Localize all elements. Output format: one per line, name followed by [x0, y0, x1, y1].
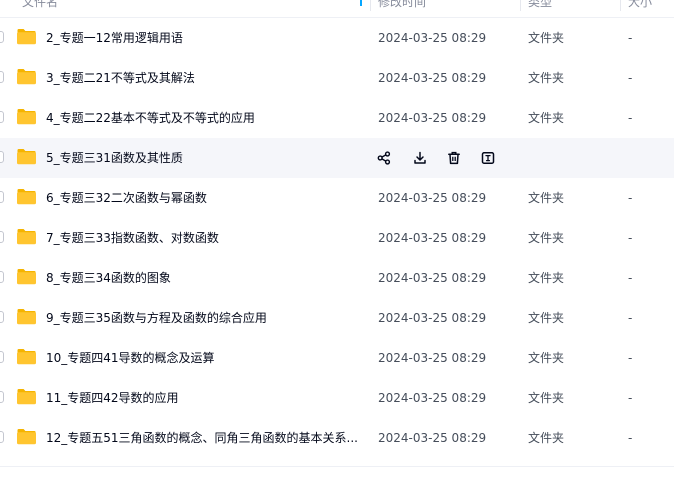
file-row[interactable]: 6_专题三32二次函数与幂函数 2024-03-25 08:29 文件夹 -: [0, 178, 674, 218]
file-name[interactable]: 5_专题三31函数及其性质: [46, 138, 183, 178]
file-row[interactable]: 12_专题五51三角函数的概念、同角三角函数的基本关系... 2024-03-2…: [0, 418, 674, 458]
row-checkbox[interactable]: [0, 191, 4, 203]
modified-time: 2024-03-25 08:29: [378, 271, 487, 285]
folder-icon: [17, 429, 36, 445]
file-row[interactable]: 10_专题四41导数的概念及运算 2024-03-25 08:29 文件夹 -: [0, 338, 674, 378]
column-header-type[interactable]: 类型: [528, 0, 552, 17]
modified-time: 2024-03-25 08:29: [378, 191, 487, 205]
file-row[interactable]: 2_专题一12常用逻辑用语 2024-03-25 08:29 文件夹 -: [0, 18, 674, 58]
file-row[interactable]: 4_专题二22基本不等式及不等式的应用 2024-03-25 08:29 文件夹…: [0, 98, 674, 138]
file-size: -: [628, 111, 633, 125]
column-divider[interactable]: [370, 0, 371, 11]
file-size: -: [628, 271, 633, 285]
folder-icon: [17, 149, 36, 165]
modified-time: 2024-03-25 08:29: [378, 111, 487, 125]
row-checkbox[interactable]: [0, 351, 4, 363]
file-name[interactable]: 6_专题三32二次函数与幂函数: [46, 178, 207, 218]
row-checkbox[interactable]: [0, 391, 4, 403]
file-list: 2_专题一12常用逻辑用语 2024-03-25 08:29 文件夹 - 3_专…: [0, 18, 674, 458]
file-name[interactable]: 12_专题五51三角函数的概念、同角三角函数的基本关系...: [46, 418, 358, 458]
file-size: -: [628, 311, 633, 325]
delete-icon[interactable]: [444, 148, 464, 168]
file-type: 文件夹: [528, 391, 565, 405]
file-size: -: [628, 31, 633, 45]
file-size: -: [628, 231, 633, 245]
file-name[interactable]: 11_专题四42导数的应用: [46, 378, 179, 418]
file-type: 文件夹: [528, 351, 565, 365]
row-checkbox[interactable]: [0, 311, 4, 323]
row-checkbox[interactable]: [0, 271, 4, 283]
row-checkbox[interactable]: [0, 31, 4, 43]
row-checkbox[interactable]: [0, 431, 4, 443]
file-list-header: 文件名 修改时间 类型 大小: [0, 0, 674, 18]
file-row[interactable]: 8_专题三34函数的图象 2024-03-25 08:29 文件夹 -: [0, 258, 674, 298]
file-type: 文件夹: [528, 111, 565, 125]
file-name[interactable]: 10_专题四41导数的概念及运算: [46, 338, 215, 378]
file-row[interactable]: 11_专题四42导数的应用 2024-03-25 08:29 文件夹 -: [0, 378, 674, 418]
file-size: -: [628, 431, 633, 445]
file-type: 文件夹: [528, 231, 565, 245]
file-type: 文件夹: [528, 431, 565, 445]
modified-time: 2024-03-25 08:29: [378, 231, 487, 245]
share-icon[interactable]: [374, 148, 394, 168]
folder-icon: [17, 349, 36, 365]
row-checkbox[interactable]: [0, 71, 4, 83]
file-type: 文件夹: [528, 71, 565, 85]
file-name[interactable]: 8_专题三34函数的图象: [46, 258, 171, 298]
column-header-size[interactable]: 大小: [628, 0, 652, 17]
file-name[interactable]: 3_专题二21不等式及其解法: [46, 58, 195, 98]
file-type: 文件夹: [528, 311, 565, 325]
file-type: 文件夹: [528, 271, 565, 285]
folder-icon: [17, 389, 36, 405]
file-row-hovered[interactable]: 5_专题三31函数及其性质: [0, 138, 674, 178]
column-header-name[interactable]: 文件名: [22, 0, 58, 17]
file-name[interactable]: 9_专题三35函数与方程及函数的综合应用: [46, 298, 267, 338]
row-checkbox[interactable]: [0, 231, 4, 243]
column-divider[interactable]: [620, 0, 621, 11]
folder-icon: [17, 69, 36, 85]
folder-icon: [17, 29, 36, 45]
file-list-page: 文件名 修改时间 类型 大小 2_专题一12常用逻辑用语 2024-03-25 …: [0, 0, 674, 481]
list-bottom-divider: [0, 466, 674, 467]
file-row[interactable]: 3_专题二21不等式及其解法 2024-03-25 08:29 文件夹 -: [0, 58, 674, 98]
file-size: -: [628, 191, 633, 205]
file-row[interactable]: 9_专题三35函数与方程及函数的综合应用 2024-03-25 08:29 文件…: [0, 298, 674, 338]
modified-time: 2024-03-25 08:29: [378, 71, 487, 85]
rename-icon[interactable]: [478, 148, 498, 168]
folder-icon: [17, 269, 36, 285]
modified-time: 2024-03-25 08:29: [378, 391, 487, 405]
folder-icon: [17, 309, 36, 325]
file-name[interactable]: 4_专题二22基本不等式及不等式的应用: [46, 98, 255, 138]
modified-time: 2024-03-25 08:29: [378, 431, 487, 445]
folder-icon: [17, 189, 36, 205]
file-type: 文件夹: [528, 31, 565, 45]
folder-icon: [17, 109, 36, 125]
file-name[interactable]: 2_专题一12常用逻辑用语: [46, 18, 183, 58]
file-size: -: [628, 71, 633, 85]
file-name[interactable]: 7_专题三33指数函数、对数函数: [46, 218, 219, 258]
download-icon[interactable]: [410, 148, 430, 168]
column-header-modified[interactable]: 修改时间: [378, 0, 426, 17]
file-size: -: [628, 351, 633, 365]
modified-time: 2024-03-25 08:29: [378, 311, 487, 325]
modified-time: 2024-03-25 08:29: [378, 351, 487, 365]
row-checkbox[interactable]: [0, 111, 4, 123]
file-row[interactable]: 7_专题三33指数函数、对数函数 2024-03-25 08:29 文件夹 -: [0, 218, 674, 258]
file-type: 文件夹: [528, 191, 565, 205]
folder-icon: [17, 229, 36, 245]
modified-time: 2024-03-25 08:29: [378, 31, 487, 45]
column-divider[interactable]: [520, 0, 521, 11]
sort-arrow-icon[interactable]: [357, 0, 365, 7]
row-checkbox[interactable]: [0, 151, 4, 163]
file-size: -: [628, 391, 633, 405]
